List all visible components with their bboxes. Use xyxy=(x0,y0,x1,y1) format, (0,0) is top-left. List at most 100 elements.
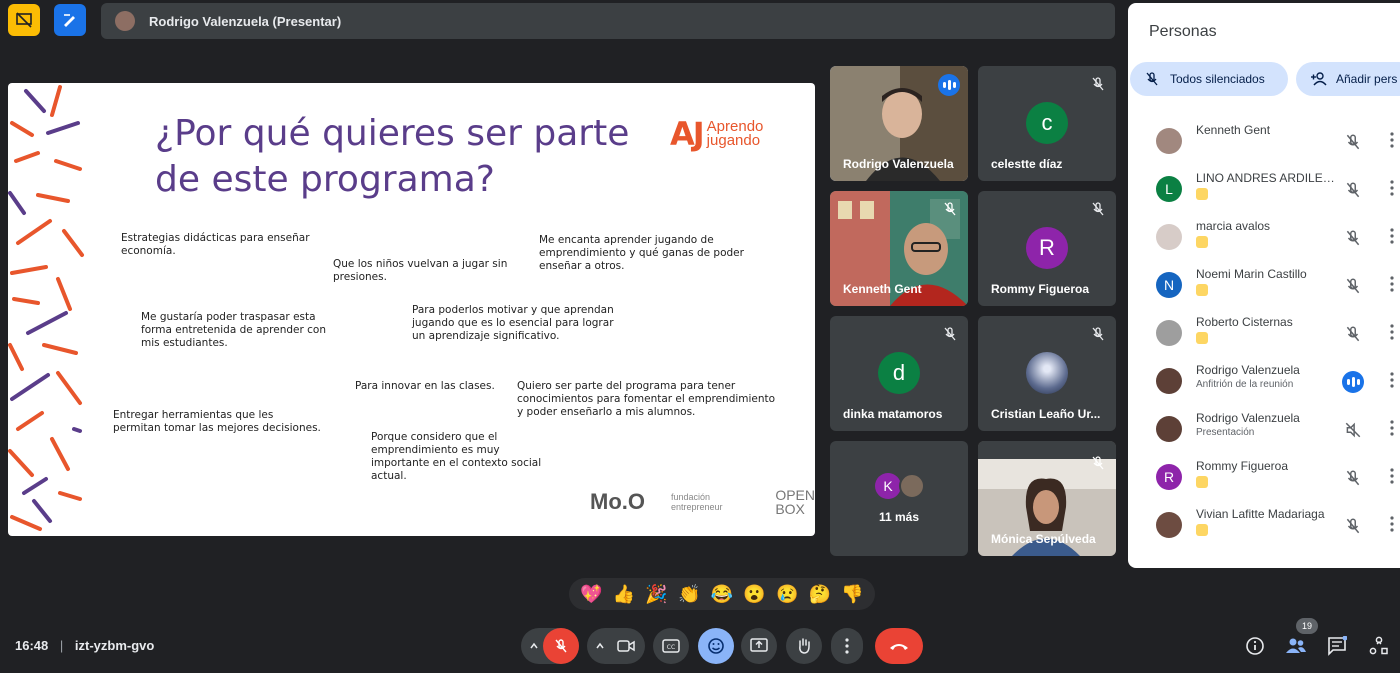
emoji-button[interactable] xyxy=(698,628,734,664)
participant-name: Noemi Marin Castillo xyxy=(1196,267,1307,281)
separator: | xyxy=(59,638,64,653)
reaction-button[interactable]: 👎 xyxy=(841,584,863,605)
participant-tile[interactable]: d dinka matamoros xyxy=(830,316,968,431)
activities-button[interactable] xyxy=(1366,633,1392,659)
avatar xyxy=(1156,128,1182,154)
people-button[interactable] xyxy=(1283,633,1309,659)
presenter-bar[interactable]: Rodrigo Valenzuela (Presentar) xyxy=(101,3,1115,39)
more-vert-icon[interactable] xyxy=(1390,515,1394,533)
mic-off-icon[interactable] xyxy=(1344,229,1362,247)
captions-icon: CC xyxy=(662,639,680,653)
mic-off-icon xyxy=(1092,327,1104,341)
more-vert-icon[interactable] xyxy=(1390,419,1394,437)
reaction-button[interactable]: 👍 xyxy=(613,584,635,605)
hand-badge-icon xyxy=(1196,524,1208,536)
participant-name: Cristian Leaño Ur... xyxy=(991,407,1101,421)
participant-name: Vivian Lafitte Madariaga xyxy=(1196,507,1325,521)
more-vert-icon[interactable] xyxy=(1390,179,1394,197)
add-person-icon xyxy=(1311,72,1327,86)
raise-hand-button[interactable] xyxy=(786,628,822,664)
reaction-button[interactable]: 🎉 xyxy=(645,584,667,605)
meeting-info-button[interactable] xyxy=(1242,633,1268,659)
participant-tile[interactable]: Cristian Leaño Ur... xyxy=(978,316,1116,431)
leave-call-button[interactable] xyxy=(875,628,923,664)
participant-name: Kenneth Gent xyxy=(1196,123,1271,137)
chat-button[interactable] xyxy=(1324,633,1350,659)
participant-name: Rommy Figueroa xyxy=(1196,459,1289,473)
present-mode-button[interactable] xyxy=(8,4,40,36)
whiteboard-button[interactable] xyxy=(54,4,86,36)
hand-icon xyxy=(799,638,810,654)
more-options-button[interactable] xyxy=(831,628,863,664)
slide-note: Que los niños vuelvan a jugar sin presio… xyxy=(333,258,508,283)
participant-role: Anfitrión de la reunión xyxy=(1196,379,1294,390)
present-screen-icon xyxy=(750,638,768,652)
presentation-audio-off-icon[interactable] xyxy=(1344,421,1362,439)
mic-button[interactable] xyxy=(543,628,579,664)
participant-row[interactable]: Rodrigo Valenzuela Presentación xyxy=(1128,405,1400,453)
participant-list: Kenneth Gent L LINO ANDRES ARDILES ... marc… xyxy=(1128,117,1400,549)
avatar: K xyxy=(875,473,901,499)
participant-row[interactable]: marcia avalos xyxy=(1128,213,1400,261)
mic-off-icon[interactable] xyxy=(1344,133,1362,151)
logo-text-2: jugando xyxy=(706,132,761,149)
reaction-button[interactable]: 🤔 xyxy=(809,584,831,605)
mic-off-icon[interactable] xyxy=(1344,277,1362,295)
avatar: d xyxy=(878,352,920,394)
participant-name: Rodrigo Valenzuela xyxy=(1196,411,1300,425)
participant-row[interactable]: Kenneth Gent xyxy=(1128,117,1400,165)
activities-icon xyxy=(1369,636,1388,655)
participant-row[interactable]: Roberto Cisternas xyxy=(1128,309,1400,357)
add-people-button[interactable]: Añadir pers xyxy=(1296,62,1400,96)
participant-row[interactable]: Vivian Lafitte Madariaga xyxy=(1128,501,1400,549)
mute-all-chip[interactable]: Todos silenciados xyxy=(1130,62,1288,96)
more-vert-icon[interactable] xyxy=(1390,131,1394,149)
mic-off-icon[interactable] xyxy=(1344,181,1362,199)
participant-tile[interactable]: Rodrigo Valenzuela xyxy=(830,66,968,181)
reaction-button[interactable]: 😢 xyxy=(776,584,798,605)
avatar xyxy=(1026,352,1068,394)
present-button[interactable] xyxy=(741,628,777,664)
participant-row[interactable]: R Rommy Figueroa xyxy=(1128,453,1400,501)
slide-note: Entregar herramientas que les permitan t… xyxy=(113,409,321,434)
more-vert-icon[interactable] xyxy=(1390,275,1394,293)
captions-button[interactable]: CC xyxy=(653,628,689,664)
participant-row[interactable]: N Noemi Marin Castillo xyxy=(1128,261,1400,309)
participant-name: dinka matamoros xyxy=(843,407,943,421)
meeting-details: 16:48 | izt-yzbm-gvo xyxy=(15,638,154,653)
hand-badge-icon xyxy=(1196,332,1208,344)
participant-tile[interactable]: R Rommy Figueroa xyxy=(978,191,1116,306)
avatar xyxy=(1156,368,1182,394)
decorative-lines xyxy=(8,85,84,531)
slide-title: ¿Por qué quieres ser parte de este progr… xyxy=(155,113,630,200)
more-vert-icon[interactable] xyxy=(1390,467,1394,485)
more-participants-tile[interactable]: K 11 más xyxy=(830,441,968,556)
svg-text:CC: CC xyxy=(667,644,675,651)
more-vert-icon[interactable] xyxy=(1390,323,1394,341)
reaction-button[interactable]: 💖 xyxy=(580,584,602,605)
more-vert-icon[interactable] xyxy=(1390,371,1394,389)
participant-row[interactable]: Rodrigo Valenzuela Anfitrión de la reunió… xyxy=(1128,357,1400,405)
participant-name: Kenneth Gent xyxy=(843,282,922,296)
meeting-code: izt-yzbm-gvo xyxy=(74,638,155,653)
reaction-button[interactable]: 👏 xyxy=(678,584,700,605)
clock: 16:48 xyxy=(15,638,49,653)
participant-tile[interactable]: c celestte díaz xyxy=(978,66,1116,181)
participant-tile[interactable]: Kenneth Gent xyxy=(830,191,968,306)
more-vert-icon[interactable] xyxy=(1390,227,1394,245)
participant-tile[interactable]: Mónica Sepúlveda xyxy=(978,441,1116,556)
reaction-button[interactable]: 😮 xyxy=(743,584,765,605)
mic-off-icon[interactable] xyxy=(1344,325,1362,343)
mic-off-icon xyxy=(1092,202,1104,216)
camera-toggle-group[interactable] xyxy=(587,628,645,664)
participant-name: LINO ANDRES ARDILES ... xyxy=(1196,171,1336,185)
mic-off-icon[interactable] xyxy=(1344,517,1362,535)
slide-note: Me encanta aprender jugando de emprendim… xyxy=(539,234,744,272)
reaction-button[interactable]: 😂 xyxy=(711,584,733,605)
mic-off-icon[interactable] xyxy=(1344,469,1362,487)
people-icon xyxy=(1286,638,1306,653)
presenter-bar-label: Rodrigo Valenzuela (Presentar) xyxy=(149,13,342,29)
slide-note: Quiero ser parte del programa para tener… xyxy=(517,380,776,418)
participant-row[interactable]: L LINO ANDRES ARDILES ... xyxy=(1128,165,1400,213)
mic-toggle-group[interactable] xyxy=(521,628,579,664)
